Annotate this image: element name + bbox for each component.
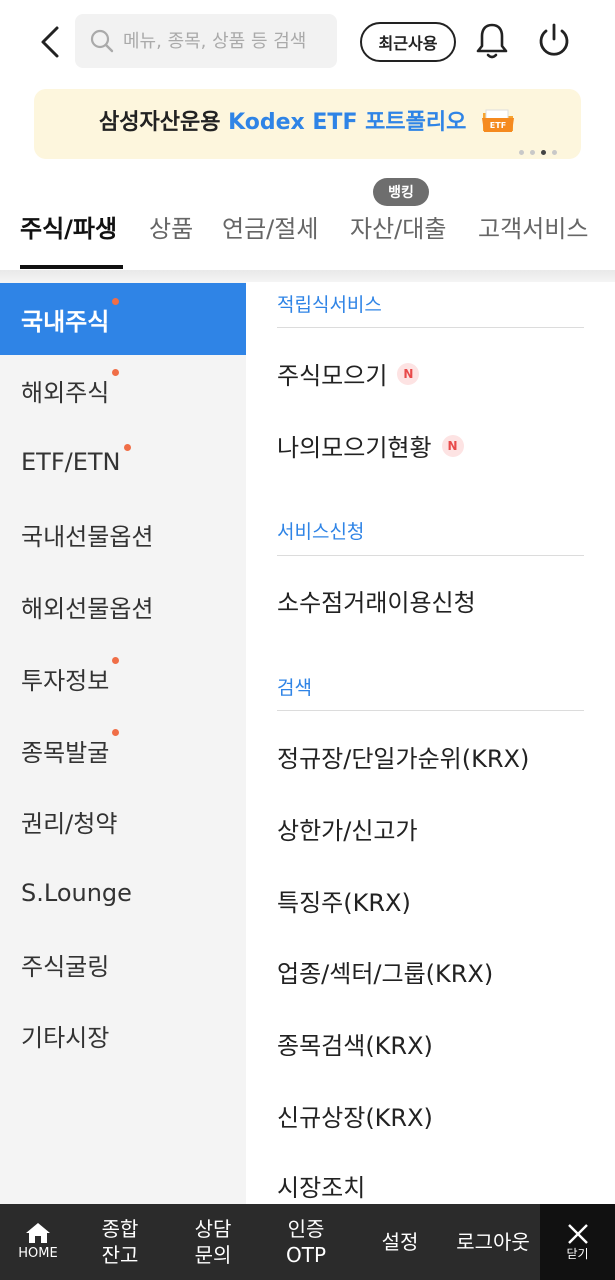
close-icon <box>567 1224 588 1244</box>
sidebar: 국내주식 해외주식 ETF/ETN 국내선물옵션 해외선물옵션 투자정보 종목발… <box>0 282 246 1204</box>
consult-label-line2: 문의 <box>194 1243 232 1267</box>
divider <box>0 270 615 282</box>
search-input[interactable] <box>123 30 333 52</box>
back-button[interactable] <box>30 20 70 64</box>
section-divider <box>277 710 584 711</box>
new-dot <box>123 444 131 451</box>
menu-item-market-action[interactable]: 시장조치 <box>277 1168 365 1203</box>
tab-customer-service[interactable]: 고객서비스 <box>478 209 588 259</box>
menu-item-sector-group[interactable]: 업종/섹터/그룹(KRX) <box>277 954 493 989</box>
sidebar-item-label: 기타시장 <box>21 1023 110 1052</box>
sidebar-item-label: 국내선물옵션 <box>21 522 154 551</box>
sidebar-item-investment-info[interactable]: 투자정보 <box>0 642 246 714</box>
tab-products[interactable]: 상품 <box>149 209 193 259</box>
menu-item-my-accumulate-status[interactable]: 나의모으기현황 N <box>277 428 464 463</box>
bottom-nav-bar: HOME 종합 잔고 상담 문의 인증 OTP 설정 로그아웃 닫기 <box>0 1204 615 1280</box>
sidebar-item-label: 종목발굴 <box>21 728 120 768</box>
power-icon <box>539 23 569 56</box>
sidebar-item-label: 국내주식 <box>21 297 120 337</box>
pagination-dot[interactable] <box>519 150 524 155</box>
balance-label-line1: 종합 <box>101 1217 139 1241</box>
menu-item-upper-limit-high[interactable]: 상한가/신고가 <box>277 811 418 846</box>
home-button[interactable]: HOME <box>8 1204 68 1280</box>
new-dot <box>112 728 120 736</box>
section-title-search: 검색 <box>277 677 312 699</box>
etf-folder-icon: ETF <box>480 107 516 139</box>
sidebar-item-other-markets[interactable]: 기타시장 <box>0 999 246 1071</box>
sidebar-item-label: ETF/ETN <box>21 444 131 476</box>
otp-label-line2: OTP <box>285 1243 327 1267</box>
sidebar-item-domestic-stocks[interactable]: 국내주식 <box>0 283 246 355</box>
sidebar-item-label: 해외선물옵션 <box>21 594 154 623</box>
sidebar-item-stock-gulling[interactable]: 주식굴링 <box>0 928 246 1000</box>
tab-pension-tax[interactable]: 연금/절세 <box>222 209 318 259</box>
menu-item-regular-ranking[interactable]: 정규장/단일가순위(KRX) <box>277 739 529 774</box>
pagination-dot[interactable] <box>552 150 557 155</box>
sidebar-item-rights-subscription[interactable]: 권리/청약 <box>0 785 246 857</box>
power-button[interactable] <box>532 18 576 64</box>
banner-text: 삼성자산운용 Kodex ETF 포트폴리오 ETF <box>99 104 516 139</box>
sidebar-item-domestic-futures[interactable]: 국내선물옵션 <box>0 498 246 570</box>
new-badge: N <box>441 434 464 457</box>
balance-button[interactable]: 종합 잔고 <box>82 1204 158 1280</box>
banner-text-brand: 삼성자산운용 <box>99 109 229 135</box>
sidebar-item-s-lounge[interactable]: S.Lounge <box>0 857 246 929</box>
sidebar-item-etf-etn[interactable]: ETF/ETN <box>0 426 246 498</box>
logout-label: 로그아웃 <box>456 1230 530 1254</box>
close-label: 닫기 <box>566 1247 589 1261</box>
banking-bubble[interactable]: 뱅킹 <box>373 178 429 206</box>
otp-label-line1: 인증 <box>287 1217 325 1241</box>
otp-button[interactable]: 인증 OTP <box>268 1204 344 1280</box>
new-dot <box>112 656 120 664</box>
svg-text:ETF: ETF <box>490 121 506 130</box>
balance-label-line2: 잔고 <box>101 1243 139 1267</box>
menu-item-new-listing[interactable]: 신규상장(KRX) <box>277 1098 433 1133</box>
consult-label-line1: 상담 <box>194 1217 232 1241</box>
bell-icon <box>476 23 508 59</box>
banner-text-product: Kodex ETF 포트폴리오 <box>228 109 467 135</box>
menu-item-stock-accumulate[interactable]: 주식모으기 N <box>277 356 420 391</box>
category-tabs: 뱅킹 주식/파생 상품 연금/절세 자산/대출 고객서비스 <box>0 175 615 271</box>
close-button[interactable]: 닫기 <box>540 1204 615 1280</box>
sidebar-item-label: 권리/청약 <box>21 809 118 838</box>
sidebar-item-label: 투자정보 <box>21 656 120 696</box>
new-dot <box>112 368 120 376</box>
sidebar-item-overseas-stocks[interactable]: 해외주식 <box>0 354 246 426</box>
sidebar-item-overseas-futures[interactable]: 해외선물옵션 <box>0 570 246 642</box>
chevron-left-icon <box>41 26 59 58</box>
new-badge: N <box>397 362 420 385</box>
notification-button[interactable] <box>472 18 512 64</box>
top-header: 최근사용 <box>0 0 615 82</box>
section-divider <box>277 327 584 328</box>
sidebar-item-stock-discovery[interactable]: 종목발굴 <box>0 714 246 786</box>
menu-item-featured-stocks[interactable]: 특징주(KRX) <box>277 883 411 918</box>
home-icon <box>26 1223 50 1243</box>
search-box[interactable] <box>75 14 337 68</box>
promo-banner[interactable]: 삼성자산운용 Kodex ETF 포트폴리오 ETF <box>34 89 581 159</box>
menu-item-stock-search[interactable]: 종목검색(KRX) <box>277 1026 433 1061</box>
section-title-savings-service: 적립식서비스 <box>277 294 382 316</box>
settings-button[interactable]: 설정 <box>362 1204 438 1280</box>
home-label: HOME <box>18 1246 58 1261</box>
tab-stocks-derivatives[interactable]: 주식/파생 <box>20 209 117 259</box>
sidebar-item-label: S.Lounge <box>21 879 132 907</box>
banner-pagination <box>519 150 557 155</box>
logout-button[interactable]: 로그아웃 <box>446 1204 540 1280</box>
new-dot <box>112 297 120 305</box>
active-tab-indicator <box>20 265 123 269</box>
section-title-service-application: 서비스신청 <box>277 521 365 543</box>
menu-item-fractional-trading[interactable]: 소수점거래이용신청 <box>277 583 476 618</box>
recent-used-button[interactable]: 최근사용 <box>360 22 456 62</box>
tab-assets-loans[interactable]: 자산/대출 <box>350 209 446 259</box>
sidebar-item-label: 주식굴링 <box>21 952 110 981</box>
section-divider <box>277 555 584 556</box>
sidebar-item-label: 해외주식 <box>21 368 120 408</box>
settings-label: 설정 <box>381 1230 419 1254</box>
pagination-dot[interactable] <box>530 150 535 155</box>
pagination-dot-active[interactable] <box>541 150 546 155</box>
submenu-panel: 적립식서비스 주식모으기 N 나의모으기현황 N 서비스신청 소수점거래이용신청 검… <box>246 282 615 1204</box>
consult-button[interactable]: 상담 문의 <box>175 1204 251 1280</box>
search-icon <box>90 29 114 53</box>
